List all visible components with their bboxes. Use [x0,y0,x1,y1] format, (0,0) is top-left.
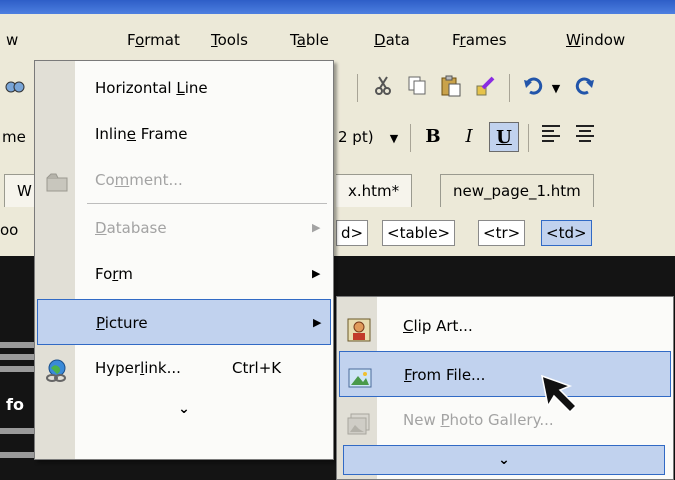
menu-item-label: Form [95,265,133,283]
menu-item-label: Clip Art... [403,317,473,335]
menu-format-label: Format [127,31,180,49]
font-name-field[interactable]: me [2,128,26,146]
photo-gallery-icon [347,408,371,435]
menu-item-from-file[interactable]: From File... [339,351,671,397]
window-title-strip [0,0,675,14]
menu-item-database[interactable]: Database ▶ [35,205,333,251]
menu-item-clip-art[interactable]: Clip Art... [337,303,673,349]
menu-item-horizontal-line[interactable]: Horizontal Line [35,65,333,111]
font-size-dropdown-arrow[interactable]: ▼ [384,127,404,151]
picture-submenu: Clip Art... From File... New Photo Galle… [336,296,674,480]
menu-item-label: Inline Frame [95,125,188,143]
toolbar-separator [357,74,358,102]
submenu-arrow-icon: ▶ [313,316,322,329]
hyperlink-icon [45,355,69,382]
font-size-field[interactable]: 2 pt) [338,128,374,146]
submenu-expand-chevron-icon[interactable]: ⌄ [343,445,665,475]
bold-button[interactable]: B [418,122,448,152]
submenu-arrow-icon: ▶ [312,221,321,234]
tab-new-page-1[interactable]: new_page_1.htm [440,174,594,207]
menu-tools-label: Tools [211,31,248,49]
italic-button[interactable]: I [454,122,484,152]
undo-icon[interactable] [518,74,548,104]
center-icon[interactable] [570,122,600,152]
menu-data[interactable]: Data [374,28,410,52]
clip-art-icon [347,314,371,342]
menu-item-hyperlink[interactable]: Hyperlink... Ctrl+K [35,345,333,391]
menu-table[interactable]: Table [290,28,329,52]
menu-item-label: New Photo Gallery... [403,411,554,429]
menu-item-label: Hyperlink... [95,359,181,377]
tab-x-htm[interactable]: x.htm* [336,174,413,207]
cut-icon[interactable] [368,74,398,104]
insert-menu: Horizontal Line Inline Frame Comment... … [34,60,334,460]
menu-separator [87,203,327,204]
menu-format[interactable]: Format [127,28,180,52]
quick-tag-fragment: oo [0,221,19,239]
menu-frames[interactable]: Frames [452,28,507,52]
menu-item-label: Horizontal Line [95,79,208,97]
menu-item-form[interactable]: Form ▶ [35,251,333,297]
toolbar-separator [528,124,529,152]
quick-tag-tr[interactable]: <tr> [478,220,526,246]
copy-icon[interactable] [402,74,432,104]
quick-tag-td-partial[interactable]: d> [336,220,369,246]
menu-window[interactable]: Window [566,28,625,52]
page-text-fragment: fo [6,395,24,414]
paste-icon[interactable] [436,74,466,104]
menu-item-label: Comment... [95,171,183,189]
undo-dropdown-arrow[interactable]: ▼ [546,77,566,101]
menu-item-label: Database [95,219,167,237]
mouse-cursor-icon [540,374,610,422]
menu-item-shortcut: Ctrl+K [232,359,282,377]
submenu-arrow-icon: ▶ [312,267,321,280]
menu-item-new-photo-gallery[interactable]: New Photo Gallery... [337,397,673,443]
menu-item-label: From File... [404,366,486,384]
toolbar-separator [410,124,411,152]
quick-tag-table[interactable]: <table> [382,220,456,246]
menu-window-fragment[interactable]: w [6,28,18,52]
format-painter-icon[interactable] [470,74,500,104]
menu-item-picture[interactable]: Picture ▶ [37,299,331,345]
menu-data-label: Data [374,31,410,49]
comment-icon [45,167,69,192]
picture-file-icon [348,362,372,388]
underline-button[interactable]: U [489,122,519,152]
menu-bar: w Format Tools Table Data Frames Window [0,14,675,63]
quick-tag-td[interactable]: <td> [541,220,592,246]
menu-tools[interactable]: Tools [211,28,248,52]
redo-icon[interactable] [570,74,600,104]
align-left-icon[interactable] [536,122,566,152]
menu-expand-chevron-icon[interactable]: ⌄ [35,401,333,417]
menu-item-inline-frame[interactable]: Inline Frame [35,111,333,157]
menu-window-label: Window [566,31,626,49]
toolbar-separator [509,74,510,102]
find-icon[interactable] [0,74,30,104]
menu-table-label: Table [290,31,329,49]
menu-frames-label: Frames [452,31,507,49]
menu-item-label: Picture [96,314,148,332]
menu-item-comment[interactable]: Comment... [35,157,333,203]
